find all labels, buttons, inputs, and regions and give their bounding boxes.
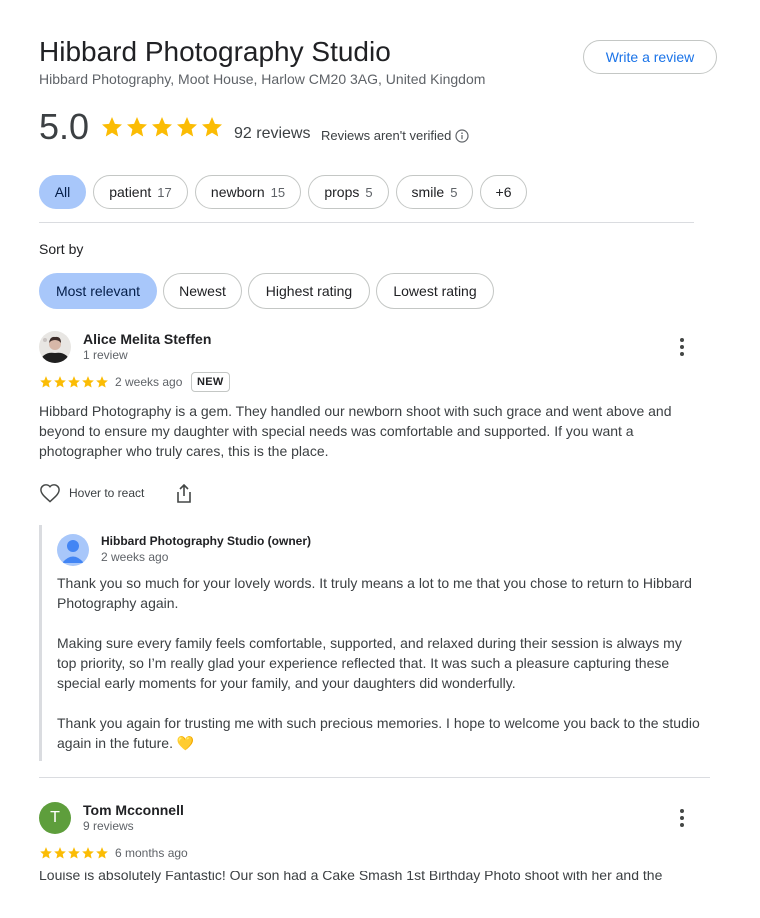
share-icon[interactable] xyxy=(175,483,193,509)
filter-chip-count: 15 xyxy=(270,184,286,200)
not-verified-note[interactable]: Reviews aren't verified xyxy=(321,128,469,143)
filter-chip-count: 5 xyxy=(450,184,458,200)
info-icon[interactable] xyxy=(455,128,469,143)
filter-chip-count: 17 xyxy=(157,184,172,200)
filter-chip-all[interactable]: All xyxy=(39,175,86,209)
owner-response-time: 2 weeks ago xyxy=(101,550,169,564)
react-button[interactable]: Hover to react xyxy=(39,483,144,503)
filter-chip-props[interactable]: props 5 xyxy=(308,175,389,209)
person-icon xyxy=(62,540,84,563)
reviews-count[interactable]: 92 reviews xyxy=(234,125,310,143)
sort-most-relevant[interactable]: Most relevant xyxy=(39,273,157,309)
star-icon xyxy=(40,376,52,388)
new-badge: NEW xyxy=(191,372,230,392)
star-icon xyxy=(54,376,66,388)
star-icon xyxy=(68,847,80,859)
filter-chip-label: patient xyxy=(109,184,152,200)
write-review-button[interactable]: Write a review xyxy=(583,40,717,74)
avatar-initial: T xyxy=(50,809,60,826)
filter-chip-label: +6 xyxy=(495,184,512,200)
sort-lowest-rating[interactable]: Lowest rating xyxy=(376,273,494,309)
owner-response-paragraph: Making sure every family feels comfortab… xyxy=(57,635,682,691)
review-text: Hibbard Photography is a gem. They handl… xyxy=(39,403,672,459)
star-icon xyxy=(127,117,147,137)
filter-chip-label: newborn xyxy=(210,184,265,200)
filter-chip-label: All xyxy=(54,184,71,200)
star-icon xyxy=(202,117,222,137)
filter-chip-more[interactable]: +6 xyxy=(480,175,527,209)
reviewer-name[interactable]: Tom Mcconnell xyxy=(83,802,184,818)
owner-response-paragraph: Thank you so much for your lovely words.… xyxy=(57,575,692,611)
star-icon xyxy=(54,847,66,859)
avatar[interactable]: T xyxy=(39,802,71,834)
review-text-content: Louise is absolutely Fantastic! Our son … xyxy=(39,871,663,883)
place-title: Hibbard Photography Studio xyxy=(39,36,391,67)
star-icon xyxy=(40,847,52,859)
sort-newest[interactable]: Newest xyxy=(163,273,242,309)
owner-response-bar xyxy=(39,525,42,761)
review-time: 6 months ago xyxy=(115,846,188,860)
review-stars xyxy=(39,375,109,389)
react-label: Hover to react xyxy=(69,486,145,500)
star-icon xyxy=(68,376,80,388)
divider xyxy=(39,777,710,778)
reviewer-meta: 1 review xyxy=(83,348,128,362)
reviewer-name[interactable]: Alice Melita Steffen xyxy=(83,331,211,347)
heart-icon xyxy=(40,484,60,503)
filter-chip-label: smile xyxy=(411,184,445,200)
not-verified-label: Reviews aren't verified xyxy=(321,128,452,143)
review-stars xyxy=(39,846,109,860)
filter-chip-patient[interactable]: patient 17 xyxy=(93,175,188,209)
divider xyxy=(39,222,694,223)
star-icon xyxy=(177,117,197,137)
filter-chip-label: props xyxy=(324,184,360,200)
star-icon xyxy=(82,847,94,859)
review-text: Louise is absolutely Fantastic! Our son … xyxy=(39,871,699,885)
owner-name: Hibbard Photography Studio (owner) xyxy=(101,534,311,548)
star-icon xyxy=(96,376,108,388)
sort-option-label: Newest xyxy=(179,283,226,299)
sort-option-label: Highest rating xyxy=(265,283,353,299)
average-rating: 5.0 xyxy=(39,106,90,147)
more-options-icon[interactable] xyxy=(672,806,692,830)
review-time: 2 weeks ago xyxy=(115,375,183,389)
more-options-icon[interactable] xyxy=(672,335,692,359)
star-icon xyxy=(152,117,172,137)
sort-by-label: Sort by xyxy=(39,241,84,257)
sort-highest-rating[interactable]: Highest rating xyxy=(248,273,370,309)
owner-avatar xyxy=(57,534,89,566)
profile-photo-icon xyxy=(39,331,71,363)
avatar[interactable] xyxy=(39,331,71,363)
owner-response-paragraph: Thank you again for trusting me with suc… xyxy=(57,715,700,751)
filter-chip-smile[interactable]: smile 5 xyxy=(396,175,473,209)
place-address: Hibbard Photography, Moot House, Harlow … xyxy=(39,71,486,87)
star-icon xyxy=(102,117,122,137)
sort-option-label: Most relevant xyxy=(55,283,141,299)
reviewer-meta: 9 reviews xyxy=(83,819,134,833)
star-icon xyxy=(82,376,94,388)
star-icon xyxy=(96,847,108,859)
filter-chip-count: 5 xyxy=(365,184,373,200)
sort-option-label: Lowest rating xyxy=(393,283,477,299)
rating-stars xyxy=(100,115,224,139)
filter-chip-newborn[interactable]: newborn 15 xyxy=(195,175,301,209)
